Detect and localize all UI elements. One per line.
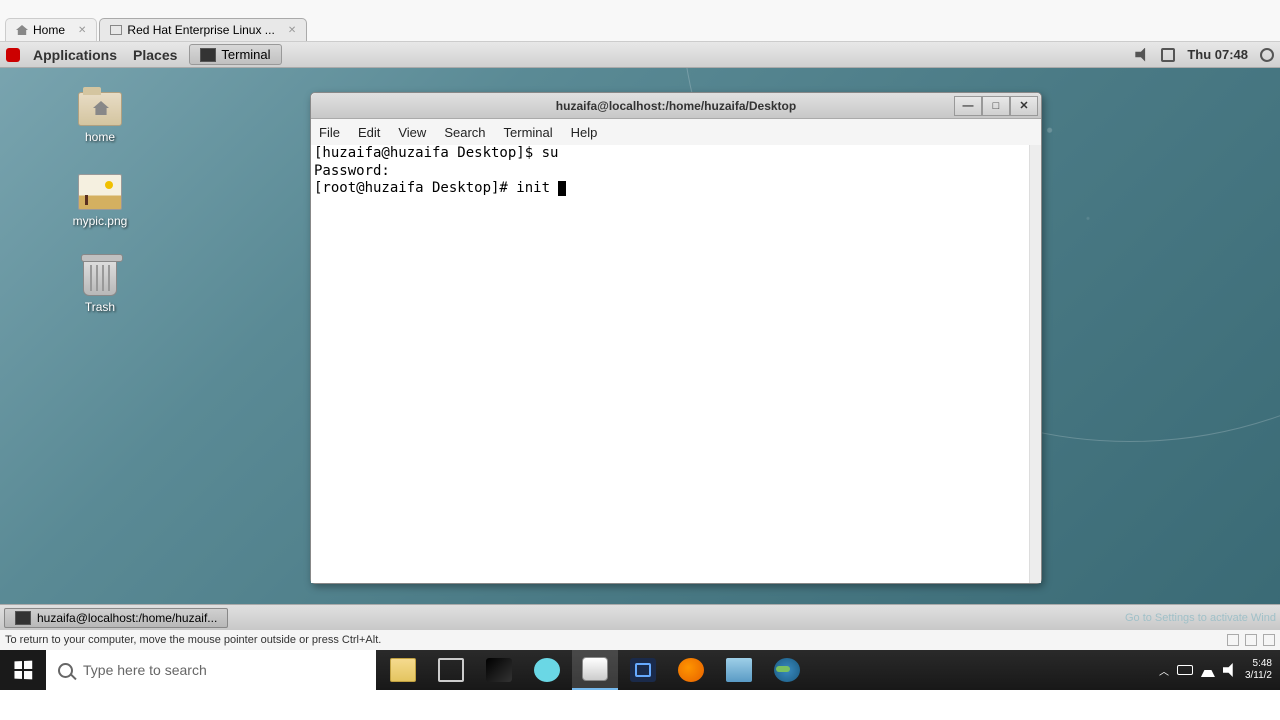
virtualbox-icon: [630, 658, 656, 682]
desktop-icon-label: mypic.png: [60, 214, 140, 228]
taskbar-pinned: [376, 650, 814, 690]
menu-edit[interactable]: Edit: [356, 123, 382, 142]
terminal-titlebar[interactable]: huzaifa@localhost:/home/huzaifa/Desktop …: [311, 93, 1041, 119]
search-icon: [58, 663, 73, 678]
terminal-body[interactable]: [huzaifa@huzaifa Desktop]$ su Password: …: [311, 145, 1041, 583]
file-explorer-icon: [390, 658, 416, 682]
topbar-clock[interactable]: Thu 07:48: [1187, 47, 1248, 62]
task-calculator[interactable]: [716, 650, 762, 690]
task-virtualbox[interactable]: [620, 650, 666, 690]
topbar-terminal-task[interactable]: Terminal: [189, 44, 281, 65]
task-file-explorer[interactable]: [380, 650, 426, 690]
vmware-icon: [582, 657, 608, 681]
terminal-cursor: [558, 181, 566, 196]
power-icon[interactable]: [1260, 48, 1274, 62]
term-line-1-cmd: su: [542, 145, 559, 161]
menu-terminal[interactable]: Terminal: [502, 123, 555, 142]
bottom-task-label: huzaifa@localhost:/home/huzaif...: [37, 611, 217, 625]
menu-file[interactable]: File: [317, 123, 342, 142]
trash-icon: [83, 258, 117, 296]
volume-icon[interactable]: [1135, 48, 1149, 62]
task-firefox[interactable]: [668, 650, 714, 690]
terminal-menu-bar: File Edit View Search Terminal Help: [311, 119, 1041, 145]
term-line-3-cmd: init: [516, 180, 558, 196]
image-file-icon: [78, 174, 122, 210]
topbar-right: Thu 07:48: [1135, 47, 1274, 62]
bottom-task-terminal[interactable]: huzaifa@localhost:/home/huzaif...: [4, 608, 228, 628]
gnome-bottom-bar: huzaifa@localhost:/home/huzaif... Go to …: [0, 604, 1280, 630]
menu-view[interactable]: View: [396, 123, 428, 142]
close-icon[interactable]: ✕: [78, 25, 86, 36]
volume-icon[interactable]: [1223, 663, 1237, 677]
desktop-icon-mypic[interactable]: mypic.png: [60, 174, 140, 228]
battery-icon[interactable]: [1177, 665, 1193, 675]
golang-icon: [534, 658, 560, 682]
close-button[interactable]: ✕: [1010, 96, 1038, 116]
terminal-icon: [15, 611, 31, 625]
taskbar-search[interactable]: Type here to search: [46, 650, 376, 690]
windows-taskbar: Type here to search ︿ 5:48 3/11/2: [0, 650, 1280, 690]
vmware-status-icon[interactable]: [1245, 634, 1257, 646]
vmware-status-icons: [1227, 634, 1275, 646]
network-icon[interactable]: [1161, 48, 1175, 62]
start-button[interactable]: [0, 650, 46, 690]
desktop-icons-area: home mypic.png Trash: [60, 92, 140, 344]
menu-help[interactable]: Help: [569, 123, 600, 142]
jetbrains-icon: [486, 658, 512, 682]
task-vmware[interactable]: [572, 650, 618, 690]
vm-tab-home-label: Home: [33, 23, 65, 37]
tray-date-text: 3/11/2: [1245, 670, 1272, 682]
system-tray: ︿ 5:48 3/11/2: [1151, 658, 1280, 682]
terminal-scrollbar[interactable]: [1029, 145, 1041, 583]
desktop-icon-label: home: [60, 130, 140, 144]
vmware-tab-bar: Home ✕ Red Hat Enterprise Linux ... ✕: [0, 0, 1280, 42]
terminal-window: huzaifa@localhost:/home/huzaifa/Desktop …: [310, 92, 1042, 584]
calculator-icon: [726, 658, 752, 682]
maximize-button[interactable]: □: [982, 96, 1010, 116]
desktop-icon-label: Trash: [60, 300, 140, 314]
search-placeholder: Type here to search: [83, 662, 207, 678]
menu-places[interactable]: Places: [125, 44, 185, 66]
close-icon[interactable]: ✕: [288, 25, 296, 36]
tray-chevron-up-icon[interactable]: ︿: [1159, 663, 1169, 678]
tray-clock[interactable]: 5:48 3/11/2: [1245, 658, 1272, 682]
folder-icon: [78, 92, 122, 126]
vmware-status-icon[interactable]: [1227, 634, 1239, 646]
tray-time-text: 5:48: [1245, 658, 1272, 670]
task-jetbrains[interactable]: [476, 650, 522, 690]
globe-icon: [774, 658, 800, 682]
home-icon: [16, 25, 28, 35]
term-line-2: Password:: [314, 163, 390, 179]
term-line-3-prompt: [root@huzaifa Desktop]#: [314, 180, 516, 196]
monitor-icon: [110, 25, 122, 35]
vmware-hint-text: To return to your computer, move the mou…: [5, 634, 381, 646]
window-controls: — □ ✕: [954, 96, 1038, 116]
windows-logo-icon: [14, 661, 32, 680]
gnome-desktop: Applications Places Terminal Thu 07:48 h…: [0, 42, 1280, 630]
vmware-status-icon[interactable]: [1263, 634, 1275, 646]
firefox-icon: [678, 658, 704, 682]
wifi-icon[interactable]: [1201, 663, 1215, 677]
vm-tab-home[interactable]: Home ✕: [5, 18, 97, 41]
terminal-icon: [200, 48, 216, 62]
gnome-top-bar: Applications Places Terminal Thu 07:48: [0, 42, 1280, 68]
task-view-icon: [438, 658, 464, 682]
topbar-terminal-label: Terminal: [221, 47, 270, 62]
vm-tab-rhel-label: Red Hat Enterprise Linux ...: [127, 23, 274, 37]
vm-tab-rhel[interactable]: Red Hat Enterprise Linux ... ✕: [99, 18, 307, 41]
vmware-hint-bar: To return to your computer, move the mou…: [0, 630, 1280, 650]
minimize-button[interactable]: —: [954, 96, 982, 116]
terminal-title: huzaifa@localhost:/home/huzaifa/Desktop: [556, 99, 796, 113]
redhat-logo-icon: [6, 48, 20, 62]
menu-search[interactable]: Search: [442, 123, 487, 142]
activate-windows-text: Go to Settings to activate Wind: [1125, 612, 1276, 624]
desktop-icon-trash[interactable]: Trash: [60, 258, 140, 314]
task-browser[interactable]: [764, 650, 810, 690]
term-line-1-prompt: [huzaifa@huzaifa Desktop]$: [314, 145, 542, 161]
task-view[interactable]: [428, 650, 474, 690]
menu-applications[interactable]: Applications: [25, 44, 125, 66]
desktop-icon-home[interactable]: home: [60, 92, 140, 144]
task-golang[interactable]: [524, 650, 570, 690]
